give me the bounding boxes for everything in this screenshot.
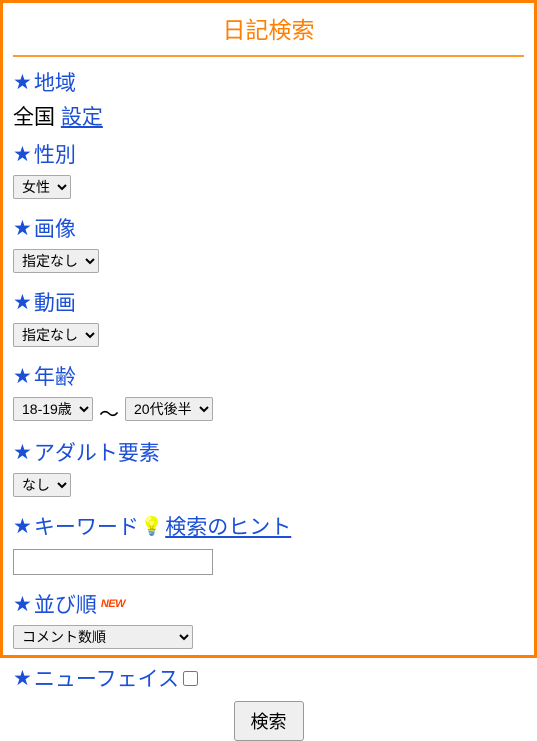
age-from-select[interactable]: 18-19歳 — [13, 397, 93, 421]
gender-label: ★性別 — [13, 139, 524, 169]
image-label-text: 画像 — [34, 213, 76, 243]
keyword-input[interactable] — [13, 549, 213, 575]
newface-label: ★ニューフェイス — [13, 663, 524, 693]
adult-select[interactable]: なし — [13, 473, 71, 497]
image-label: ★画像 — [13, 213, 524, 243]
sort-select[interactable]: コメント数順 — [13, 625, 193, 649]
region-settings-link[interactable]: 設定 — [61, 106, 103, 129]
video-label: ★動画 — [13, 287, 524, 317]
star-icon: ★ — [13, 70, 32, 95]
region-value-row: 全国 設定 — [13, 101, 524, 131]
region-value: 全国 — [13, 106, 55, 129]
video-label-text: 動画 — [34, 287, 76, 317]
star-icon: ★ — [13, 216, 32, 241]
gender-label-text: 性別 — [34, 139, 76, 169]
divider — [13, 55, 524, 57]
sort-label: ★並び順 NEW — [13, 589, 524, 619]
region-label: ★地域 — [13, 67, 524, 97]
keyword-hint-link[interactable]: 検索のヒント — [165, 511, 291, 541]
keyword-label: ★キーワード 💡 検索のヒント — [13, 511, 524, 541]
adult-label: ★アダルト要素 — [13, 437, 524, 467]
submit-row: 検索 — [13, 701, 524, 741]
gender-select[interactable]: 女性 — [13, 175, 71, 199]
adult-label-text: アダルト要素 — [34, 437, 160, 467]
keyword-label-text: キーワード — [34, 511, 139, 541]
age-range-row: 18-19歳 〜 20代後半 — [13, 395, 524, 429]
star-icon: ★ — [13, 290, 32, 315]
star-icon: ★ — [13, 592, 32, 617]
star-icon: ★ — [13, 142, 32, 167]
lightbulb-icon: 💡 — [141, 517, 163, 535]
newface-label-text: ニューフェイス — [34, 663, 179, 693]
star-icon: ★ — [13, 440, 32, 465]
star-icon: ★ — [13, 666, 32, 691]
age-label: ★年齢 — [13, 361, 524, 391]
search-panel: 日記検索 ★地域 全国 設定 ★性別 女性 ★画像 指定なし ★動画 指定なし … — [0, 0, 537, 658]
age-to-select[interactable]: 20代後半 — [125, 397, 213, 421]
video-select[interactable]: 指定なし — [13, 323, 99, 347]
newface-checkbox[interactable] — [183, 671, 198, 686]
age-separator: 〜 — [99, 398, 119, 427]
page-title: 日記検索 — [13, 11, 524, 55]
sort-label-text: 並び順 — [34, 589, 97, 619]
star-icon: ★ — [13, 364, 32, 389]
star-icon: ★ — [13, 514, 32, 539]
image-select[interactable]: 指定なし — [13, 249, 99, 273]
search-button[interactable]: 検索 — [234, 701, 304, 741]
region-label-text: 地域 — [34, 67, 76, 97]
age-label-text: 年齢 — [34, 361, 76, 391]
new-badge: NEW — [101, 598, 125, 610]
